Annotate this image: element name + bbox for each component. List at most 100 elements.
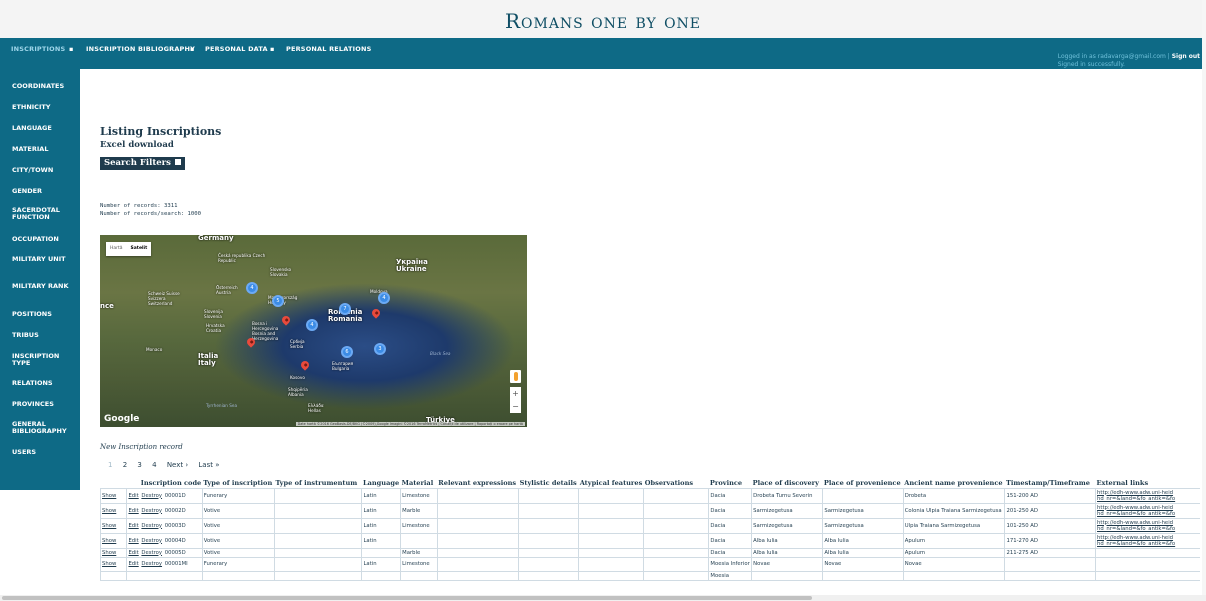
- destroy-link[interactable]: Destroy: [141, 550, 162, 556]
- map-label: Ελλάδα Hellas: [308, 403, 324, 413]
- sidebar-item-positions[interactable]: POSITIONS: [12, 311, 76, 318]
- destroy-link[interactable]: Destroy: [141, 538, 162, 544]
- edit-link[interactable]: Edit: [128, 508, 138, 514]
- horizontal-scrollbar-thumb[interactable]: [2, 596, 812, 600]
- nav-separator: ▪: [270, 45, 275, 53]
- map-type-map[interactable]: Hartă: [106, 242, 127, 256]
- nav-personal-data[interactable]: PERSONAL DATA: [205, 45, 268, 53]
- column-header: Province: [709, 478, 743, 487]
- cell-instrumentum: [273, 517, 363, 534]
- vertical-scrollbar[interactable]: [1202, 0, 1206, 595]
- cell-material: Marble: [400, 502, 438, 519]
- cell-empty: [518, 517, 580, 534]
- sidebar-item-occupation[interactable]: OCCUPATION: [12, 236, 76, 243]
- column-header: Atypical features: [579, 478, 643, 487]
- destroy-link[interactable]: Destroy: [141, 561, 162, 567]
- sidebar-item-coordinates[interactable]: COORDINATES: [12, 83, 76, 90]
- edit-link[interactable]: Edit: [128, 550, 138, 556]
- sidebar-item-military-rank[interactable]: MILITARY RANK: [12, 283, 76, 290]
- show-link[interactable]: Show: [102, 523, 116, 529]
- show-link[interactable]: Show: [102, 508, 116, 514]
- sidebar-item-material[interactable]: MATERIAL: [12, 146, 76, 153]
- map-cluster-marker[interactable]: 3: [374, 343, 386, 355]
- nav-personal-relations[interactable]: PERSONAL RELATIONS: [286, 45, 372, 53]
- cell-discovery: Drobeta Turnu Severin: [751, 487, 824, 504]
- cell-discovery: Sarmizegetusa: [751, 517, 824, 534]
- cell-empty: [643, 547, 710, 558]
- table-row: Show Edit Destroy 00002D Votive Latin Ma…: [100, 502, 1200, 519]
- cell-external-link[interactable]: http://edh-www.adw.uni-heid hd_nr=&land=…: [1095, 517, 1200, 534]
- show-link[interactable]: Show: [102, 561, 116, 567]
- sidebar-item-general-bibliography[interactable]: GENERAL BIBLIOGRAPHY: [12, 421, 76, 435]
- map-cluster-marker[interactable]: 5: [272, 295, 284, 307]
- cell-external-link[interactable]: http://edh-www.adw.uni-heid hd_nr=&land=…: [1095, 487, 1200, 504]
- search-filters-button[interactable]: Search Filters: [100, 157, 185, 170]
- pegman-icon[interactable]: [510, 370, 521, 383]
- cell-external-link[interactable]: [1095, 556, 1200, 572]
- edit-link[interactable]: Edit: [128, 523, 138, 529]
- nav-inscription-bibliography[interactable]: INSCRIPTION BIBLIOGRAPHY: [86, 45, 195, 53]
- destroy-link[interactable]: Destroy: [141, 508, 162, 514]
- page-3[interactable]: 3: [137, 461, 141, 469]
- show-link[interactable]: Show: [102, 550, 116, 556]
- cell-instrumentum: [273, 502, 363, 519]
- show-link[interactable]: Show: [102, 493, 116, 499]
- cell-external-link[interactable]: http://edh-www.adw.uni-heid hd_nr=&land=…: [1095, 502, 1200, 519]
- cell-empty: [643, 502, 710, 519]
- cell-code: 00003D: [164, 522, 186, 529]
- sidebar-item-users[interactable]: USERS: [12, 449, 76, 456]
- edit-link[interactable]: Edit: [128, 538, 138, 544]
- row-actions: Show: [100, 502, 128, 519]
- destroy-link[interactable]: Destroy: [141, 493, 162, 499]
- destroy-link[interactable]: Destroy: [141, 523, 162, 529]
- top-nav: INSCRIPTIONS ▪ INSCRIPTION BIBLIOGRAPHY …: [0, 38, 1206, 69]
- map-cluster-marker[interactable]: 4: [306, 319, 318, 331]
- edit-link[interactable]: Edit: [128, 493, 138, 499]
- zoom-in-button[interactable]: +: [510, 387, 521, 400]
- cell-code: 00004D: [164, 537, 186, 544]
- map-cluster-marker[interactable]: 7: [339, 303, 351, 315]
- sidebar-item-relations[interactable]: RELATIONS: [12, 380, 76, 387]
- map-cluster-marker[interactable]: 6: [341, 346, 353, 358]
- page-title: Listing Inscriptions: [100, 125, 222, 138]
- page-2[interactable]: 2: [123, 461, 127, 469]
- column-header: Place of provenience: [823, 478, 901, 487]
- cell-instrumentum: [273, 532, 363, 549]
- cell-time: 201-250 AD: [1004, 502, 1097, 519]
- sidebar-item-language[interactable]: LANGUAGE: [12, 125, 76, 132]
- new-inscription-link[interactable]: New Inscription record: [100, 443, 183, 451]
- cell-provenience: [822, 487, 904, 504]
- sidebar-item-military-unit[interactable]: MILITARY UNIT: [12, 256, 76, 263]
- last-page-link[interactable]: Last »: [198, 461, 219, 469]
- sidebar-item-provinces[interactable]: PROVINCES: [12, 401, 76, 408]
- sidebar-item-tribus[interactable]: TRIBUS: [12, 332, 76, 339]
- edit-link[interactable]: Edit: [128, 561, 138, 567]
- next-page-link[interactable]: Next ›: [167, 461, 188, 469]
- nav-inscriptions[interactable]: INSCRIPTIONS: [11, 45, 65, 53]
- cell-empty: [436, 532, 520, 549]
- sidebar-item-sacerdotal-function[interactable]: SACERDOTAL FUNCTION: [12, 207, 76, 221]
- map-type-satellite[interactable]: Satelit: [127, 242, 152, 256]
- map-cluster-marker[interactable]: 4: [378, 292, 390, 304]
- sidebar-item-gender[interactable]: GENDER: [12, 188, 76, 195]
- map-cluster-marker[interactable]: 4: [246, 282, 258, 294]
- cell-external-link[interactable]: http://edh-www.adw.uni-heid hd_nr=&land=…: [1095, 532, 1200, 549]
- cell-empty: [436, 487, 520, 504]
- sign-out-link[interactable]: Sign out: [1172, 53, 1200, 60]
- cell-province: Dacia: [708, 487, 753, 504]
- sidebar-item-city-town[interactable]: CITY/TOWN: [12, 167, 76, 174]
- map-attribution[interactable]: Date hartă ©2016 GeoBasis-DE/BKG (©2009)…: [295, 422, 525, 426]
- map-marker-pin[interactable]: [299, 359, 311, 371]
- zoom-out-button[interactable]: −: [510, 400, 521, 413]
- page-4[interactable]: 4: [152, 461, 156, 469]
- sidebar-item-inscription-type[interactable]: INSCRIPTION TYPE: [12, 353, 76, 367]
- map[interactable]: Hartă Satelit Germany Česká republika Cz…: [100, 235, 527, 427]
- show-link[interactable]: Show: [102, 538, 116, 544]
- row-actions-2: Edit Destroy 00004D: [126, 532, 203, 549]
- sidebar-item-ethnicity[interactable]: ETHNICITY: [12, 104, 76, 111]
- horizontal-scrollbar[interactable]: [0, 595, 1206, 601]
- map-marker-pin[interactable]: [370, 307, 382, 319]
- cell-language: [361, 547, 402, 558]
- cell-external-link[interactable]: [1095, 547, 1200, 558]
- excel-download-link[interactable]: Excel download: [100, 140, 174, 150]
